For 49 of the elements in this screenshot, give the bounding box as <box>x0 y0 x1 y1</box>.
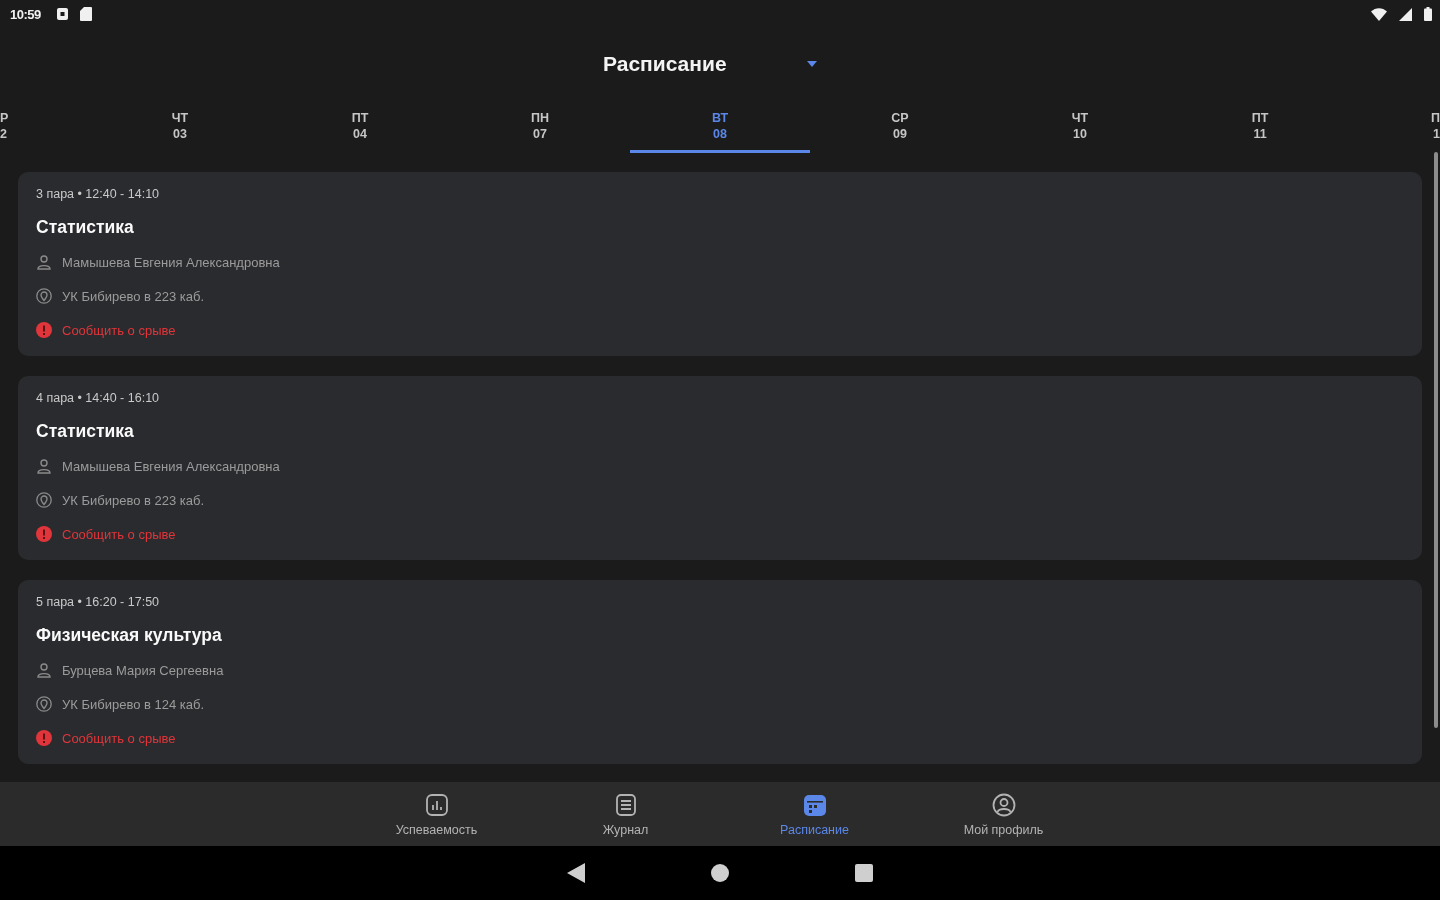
lesson-subject: Физическая культура <box>36 624 223 647</box>
lesson-location: УК Бибирево в 223 каб. <box>62 288 205 304</box>
nav-tab[interactable]: Успеваемость <box>342 782 531 846</box>
lesson-location: УК Бибирево в 124 каб. <box>62 696 205 712</box>
alert-icon <box>36 322 52 338</box>
day-tab[interactable]: ПТ 04 <box>270 100 450 153</box>
day-tab[interactable]: СР 09 <box>810 100 990 153</box>
user-circle-icon <box>991 793 1016 817</box>
day-tab[interactable]: ВТ 08 <box>630 100 810 153</box>
notification-icon <box>56 8 68 20</box>
teacher-name: Мамышева Евгения Александровна <box>62 458 280 474</box>
lesson-time: 5 пара • 16:20 - 17:50 <box>36 594 161 610</box>
battery-icon <box>1424 7 1432 21</box>
day-tab[interactable]: ПТ 11 <box>1170 100 1350 153</box>
recents-icon <box>855 864 873 882</box>
document-icon <box>613 793 638 817</box>
lesson-subject: Статистика <box>36 216 135 239</box>
day-tab[interactable]: ЧТ 10 <box>990 100 1170 153</box>
person-icon <box>36 662 52 678</box>
teacher-name: Мамышева Евгения Александровна <box>62 254 280 270</box>
day-tab[interactable]: ПН 07 <box>450 100 630 153</box>
caret-icon <box>807 61 817 67</box>
map-pin-circle-icon <box>36 288 52 304</box>
calendar-icon <box>802 793 827 817</box>
status-time: 10:59 <box>10 6 41 22</box>
day-tab[interactable]: Р 2 <box>0 100 90 153</box>
day-tab[interactable]: П 1 <box>1350 100 1440 153</box>
lesson-time: 4 пара • 14:40 - 16:10 <box>36 390 161 406</box>
lesson-time: 3 пара • 12:40 - 14:10 <box>36 186 161 202</box>
teacher-name: Бурцева Мария Сергеевна <box>62 662 224 678</box>
back-icon <box>567 863 585 883</box>
alert-icon <box>36 526 52 542</box>
nav-tab[interactable]: Мой профиль <box>909 782 1098 846</box>
chart-icon <box>424 793 449 817</box>
sd-card-icon <box>79 7 92 21</box>
person-icon <box>36 254 52 270</box>
lesson-subject: Статистика <box>36 420 135 443</box>
nav-tab[interactable]: Расписание <box>720 782 909 846</box>
person-icon <box>36 458 52 474</box>
nav-tab[interactable]: Журнал <box>531 782 720 846</box>
map-pin-circle-icon <box>36 696 52 712</box>
lesson-location: УК Бибирево в 223 каб. <box>62 492 205 508</box>
map-pin-circle-icon <box>36 492 52 508</box>
wifi-icon <box>1371 7 1387 21</box>
signal-icon <box>1399 7 1412 21</box>
home-icon <box>711 864 729 882</box>
title-dropdown[interactable]: Расписание <box>603 46 817 82</box>
day-tab[interactable]: ЧТ 03 <box>90 100 270 153</box>
alert-icon <box>36 730 52 746</box>
